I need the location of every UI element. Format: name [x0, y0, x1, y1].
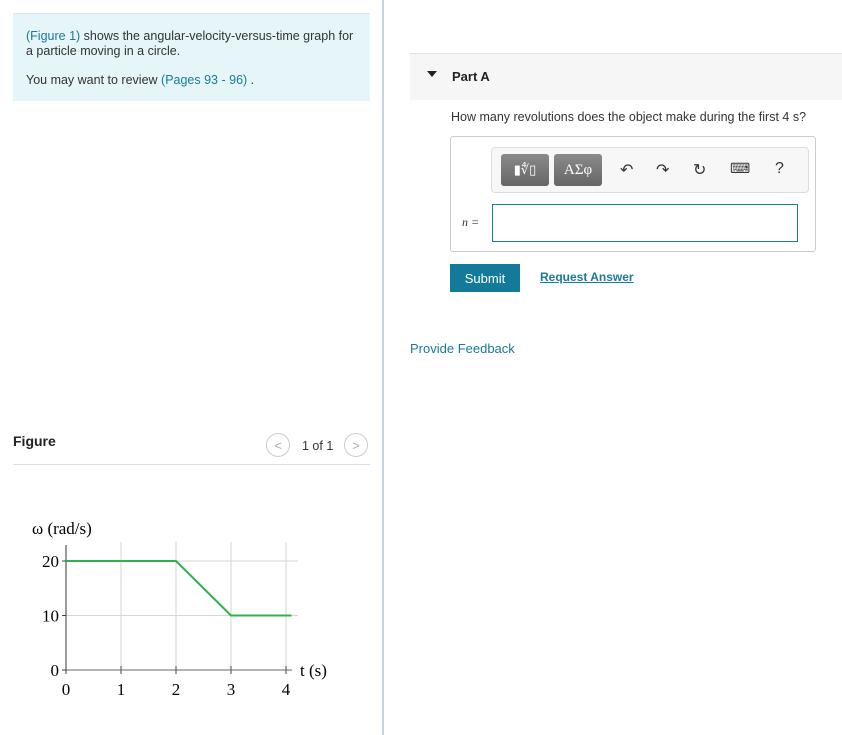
x-tick-label: 0 — [62, 680, 71, 699]
answer-input[interactable] — [492, 204, 798, 242]
math-toolbar: ▮∜▯ ΑΣφ ↶ ↷ ↻ ⌨ ? — [491, 147, 809, 193]
review-prefix: You may want to review — [26, 73, 162, 87]
series-line — [66, 560, 292, 617]
chevron-right-icon: > — [352, 438, 360, 453]
x-tick-label: 1 — [117, 680, 126, 699]
undo-icon[interactable]: ↶ — [620, 160, 633, 180]
fraction-root-icon: ▮∜▯ — [513, 162, 537, 178]
x-tick-label: 3 — [227, 680, 236, 699]
y-tick-label: 0 — [51, 661, 60, 680]
figure-separator — [13, 464, 370, 465]
keyboard-icon[interactable]: ⌨ — [730, 160, 750, 177]
intro-text: (Figure 1) shows the angular-velocity-ve… — [26, 29, 356, 59]
x-tick-label: 4 — [282, 680, 291, 699]
submit-button[interactable]: Submit — [450, 264, 520, 292]
x-axis-label: t (s) — [300, 661, 327, 680]
caret-down-icon[interactable] — [427, 71, 437, 77]
y-tick-label: 10 — [42, 607, 59, 626]
variable-label: n = — [462, 215, 480, 229]
ticks: 0 1 2 3 4 0 10 20 — [42, 552, 291, 699]
templates-button[interactable]: ▮∜▯ — [501, 154, 549, 186]
reset-icon[interactable]: ↻ — [693, 160, 706, 180]
review-text: You may want to review (Pages 93 - 96) . — [26, 73, 254, 88]
panel-divider[interactable] — [382, 0, 384, 735]
redo-icon[interactable]: ↷ — [656, 160, 669, 180]
part-a-label[interactable]: Part A — [452, 69, 490, 84]
chevron-left-icon: < — [274, 438, 282, 453]
x-tick-label: 2 — [172, 680, 181, 699]
y-axis-label: ω (rad/s) — [32, 519, 92, 538]
figure-link[interactable]: (Figure 1) — [26, 29, 80, 43]
figure-pager: 1 of 1 — [302, 439, 334, 453]
angular-velocity-chart: ω (rad/s) 0 1 2 3 4 0 10 20 t (s) — [32, 519, 327, 699]
figure-title: Figure — [13, 433, 56, 449]
next-figure-button[interactable]: > — [344, 433, 368, 457]
question-text: How many revolutions does the object mak… — [451, 110, 807, 124]
greek-symbols-button[interactable]: ΑΣφ — [554, 154, 602, 186]
pages-link[interactable]: (Pages 93 - 96) — [161, 73, 247, 87]
request-answer-link[interactable]: Request Answer — [540, 270, 634, 284]
review-suffix: . — [247, 73, 255, 87]
intro-panel: (Figure 1) shows the angular-velocity-ve… — [13, 13, 370, 101]
help-button[interactable]: ? — [775, 160, 784, 178]
y-tick-label: 20 — [42, 552, 59, 571]
provide-feedback-link[interactable]: Provide Feedback — [410, 341, 515, 356]
prev-figure-button[interactable]: < — [266, 433, 290, 457]
